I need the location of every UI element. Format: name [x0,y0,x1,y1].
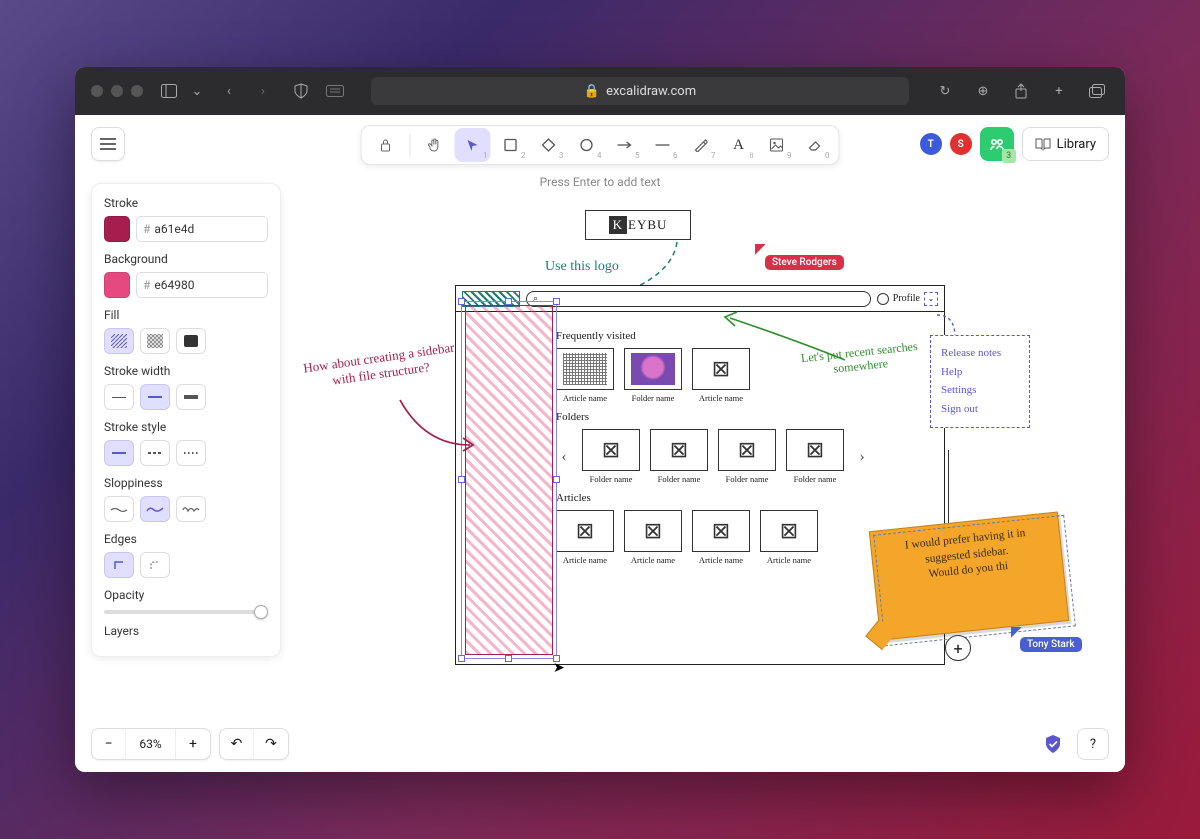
logo-sketch[interactable]: KEYBU [585,210,691,240]
footer-right: ? [1037,728,1109,760]
share-icon[interactable] [1009,79,1033,103]
cursor-tony-icon: ◤ [1011,624,1022,640]
zoom-level[interactable]: 63% [126,729,176,759]
dropdown-sketch[interactable]: Release notes Help Settings Sign out [930,335,1030,428]
url-host: excalidraw.com [606,84,696,99]
annotation-logo[interactable]: Use this logo [545,259,619,275]
footer-left: − 63% + ↶ ↷ [91,728,289,760]
mouse-cursor-icon: ➤ [553,660,565,676]
browser-window: ⌄ ‹ › 🔒 excalidraw.com ↻ ⊕ + [75,67,1125,772]
forward-button[interactable]: › [251,79,275,103]
traffic-lights[interactable] [91,85,143,97]
browser-titlebar: ⌄ ‹ › 🔒 excalidraw.com ↻ ⊕ + [75,67,1125,115]
undo-button[interactable]: ↶ [220,729,254,759]
new-tab-button[interactable]: + [1047,79,1071,103]
wf-section-folders: Folders [556,411,934,423]
green-arrow [715,310,845,370]
chevron-down-icon[interactable]: ⌄ [191,79,203,103]
download-icon[interactable]: ⊕ [971,79,995,103]
help-button[interactable]: ? [1077,728,1109,760]
cursor-steve-icon: ◤ [755,241,766,257]
wf-search-field: ⌕ [526,291,871,307]
tabs-icon[interactable] [1085,79,1109,103]
add-button-sketch[interactable]: + [945,635,971,661]
shield-icon[interactable] [289,79,313,103]
cursor-steve: Steve Rodgers [765,255,844,270]
wf-profile: Profile ⌄ [877,292,938,306]
canvas-hint: Press Enter to add text [540,175,661,189]
selected-shape[interactable] [465,305,553,655]
url-bar[interactable]: 🔒 excalidraw.com [371,77,909,105]
wf-dropdown-toggle: ⌄ [924,292,938,306]
zoom-in-button[interactable]: + [176,729,210,759]
back-button[interactable]: ‹ [217,79,241,103]
minimize-dot[interactable] [111,85,123,97]
lock-icon: 🔒 [584,84,600,99]
excalidraw-app: 1 2 3 4 5 6 7 A8 9 0 T S 3 Library Stro [75,115,1125,772]
close-dot[interactable] [91,85,103,97]
reload-button[interactable]: ↻ [933,79,957,103]
sticky-connector [948,450,949,530]
shield-status-icon[interactable] [1037,728,1069,760]
sidebar-toggle-icon[interactable] [157,79,181,103]
wf-section-articles: Articles [556,492,934,504]
dropdown-connector [935,313,975,337]
zoom-out-button[interactable]: − [92,729,126,759]
annotation-sidebar[interactable]: How about creating a sidebar with file s… [294,338,467,394]
cursor-tony: Tony Stark [1020,637,1082,652]
maximize-dot[interactable] [131,85,143,97]
red-arrow [395,395,475,455]
reader-icon[interactable] [323,79,347,103]
redo-button[interactable]: ↷ [254,729,288,759]
canvas[interactable]: Press Enter to add text KEYBU Use this l… [75,115,1125,772]
